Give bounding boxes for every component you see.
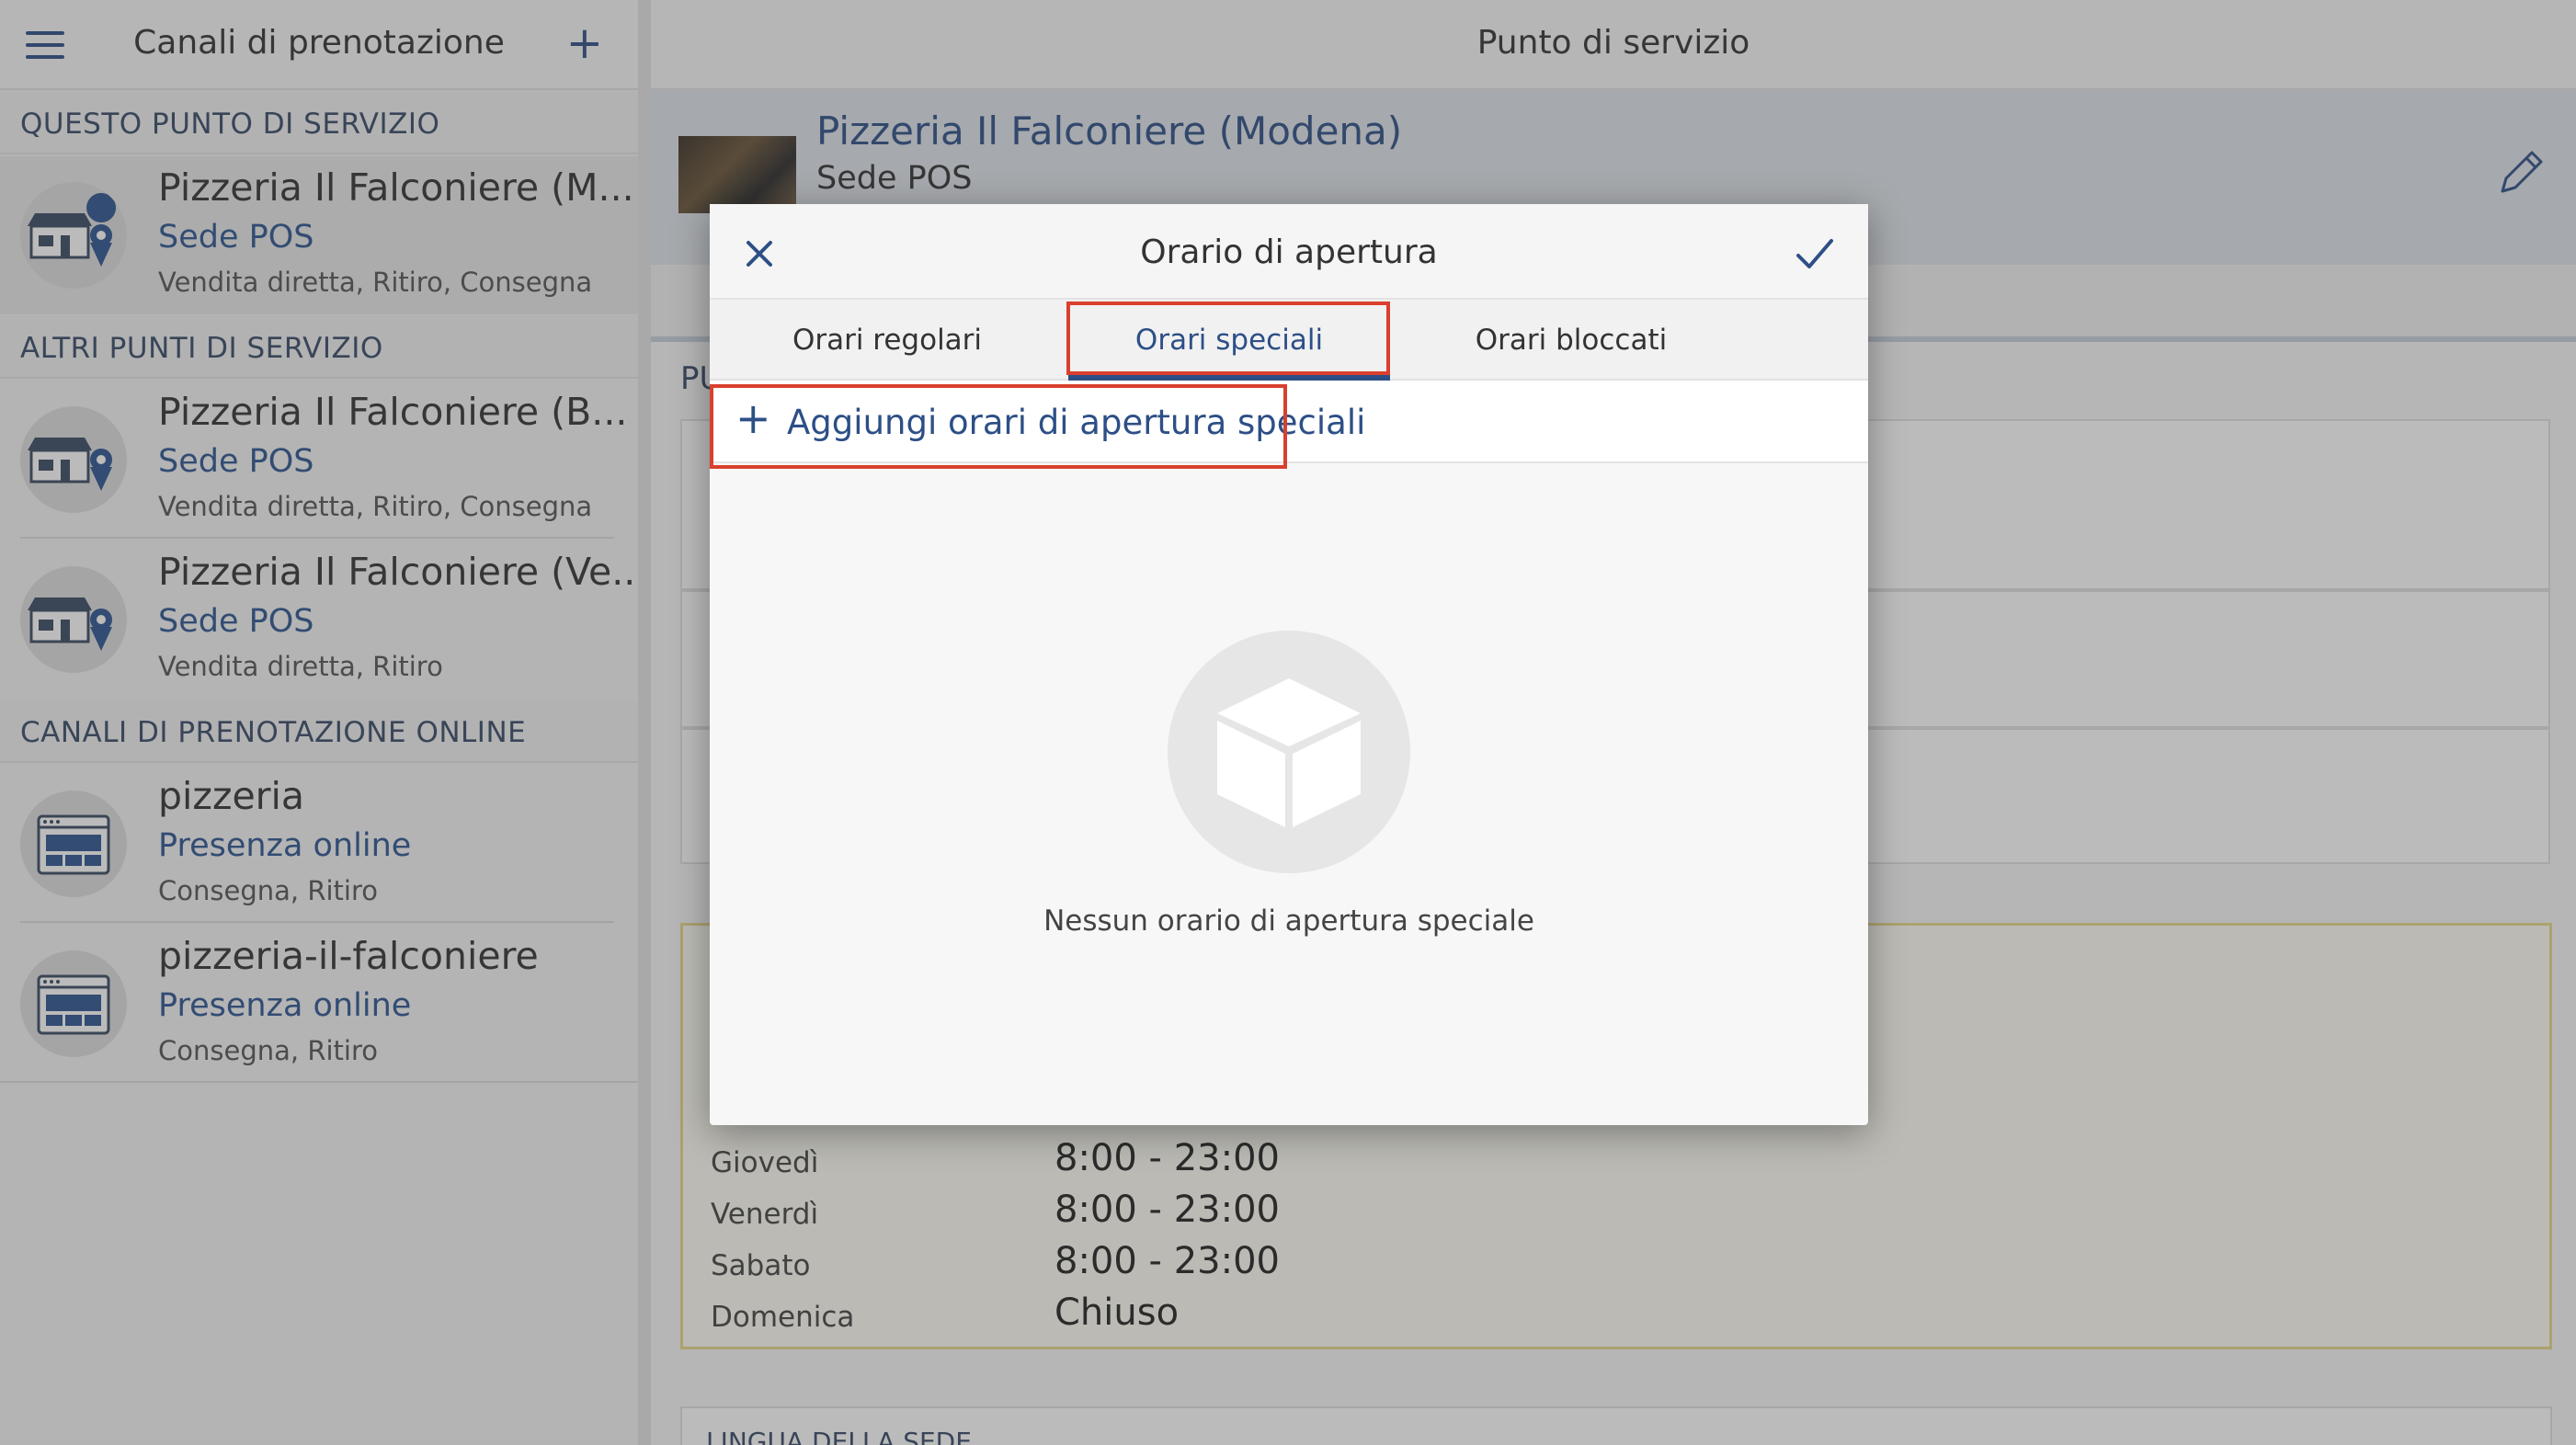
highlight-box-tab [1066, 302, 1390, 375]
opening-hours-dialog: Orario di apertura Orari regolari Orari … [710, 204, 1868, 1125]
tab-orari-bloccati[interactable]: Orari bloccati [1410, 300, 1732, 381]
dialog-header: Orario di apertura [710, 204, 1868, 300]
highlight-box-add [710, 384, 1287, 469]
dialog-title: Orario di apertura [1140, 233, 1438, 271]
checkmark-icon[interactable] [1793, 233, 1837, 274]
empty-box-icon [1168, 631, 1410, 873]
tab-orari-regolari[interactable]: Orari regolari [726, 300, 1048, 381]
empty-state-text: Nessun orario di apertura speciale [1043, 905, 1534, 938]
